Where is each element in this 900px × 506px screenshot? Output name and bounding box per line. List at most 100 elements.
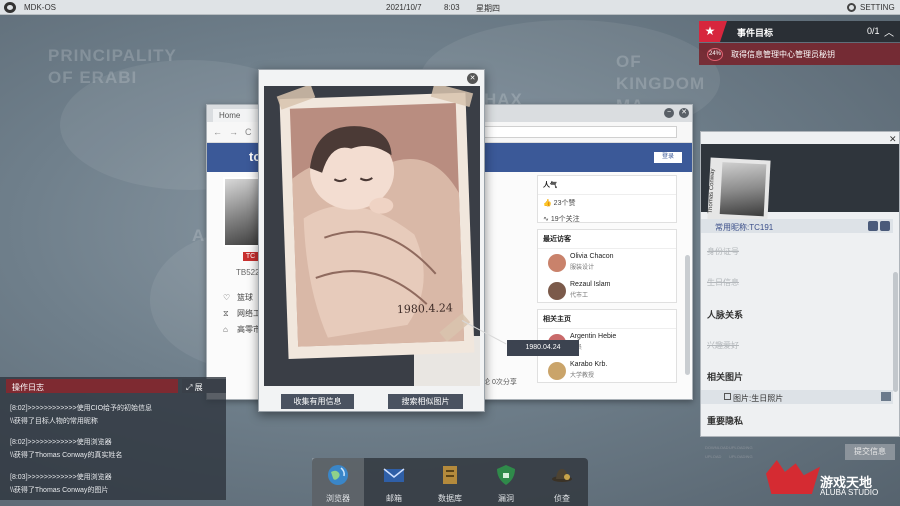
photo-caption: 1980.4.24 xyxy=(397,301,453,316)
site-watermark: 游戏天地 ALUBA STUDIO xyxy=(760,456,900,506)
photo-evidence-item[interactable]: 图片:生日照片 xyxy=(701,390,893,404)
expand-icon: ⤢ xyxy=(186,383,195,392)
map-label: PRINCIPALITY xyxy=(48,46,177,65)
avatar xyxy=(548,254,566,272)
nickname-value: 常用昵称:TC191 xyxy=(715,223,774,232)
photo-canvas[interactable]: 1980.4.24 xyxy=(264,86,480,386)
section-privacy[interactable]: 重要隐私 xyxy=(707,414,743,427)
log-line: \\获得了目标人物的常用昵称 xyxy=(10,418,98,425)
info-interest: ♡ 篮球 xyxy=(223,293,253,302)
objective-task-row: 24% 取得信息管理中心管理员秘钥 xyxy=(699,43,900,65)
browser-scrollbar[interactable] xyxy=(685,255,690,375)
popularity-title: 人气 xyxy=(538,176,676,195)
log-line: [8:03]>>>>>>>>>>>>使用浏览器 xyxy=(10,474,112,481)
url-input[interactable] xyxy=(477,126,677,138)
likes-count: 👍 23个赞 xyxy=(543,200,576,207)
watermark-studio: ALUBA STUDIO xyxy=(820,488,879,497)
dossier-header: Thomas Conway xyxy=(701,144,899,223)
search-similar-button[interactable]: 搜索相似图片 xyxy=(388,394,463,409)
home-icon: ⌂ xyxy=(223,325,228,334)
related-pages-title: 相关主页 xyxy=(538,310,676,329)
close-icon[interactable]: ✕ xyxy=(679,108,689,118)
globe-icon xyxy=(328,465,348,485)
shield-icon xyxy=(497,465,515,485)
forward-arrow-icon[interactable]: → xyxy=(229,127,238,137)
log-line: \\获得了Thomas Conway的真实姓名 xyxy=(10,452,123,459)
profile-tag: TC xyxy=(243,252,258,261)
app-dock: 浏览器 邮箱 数据库 漏洞 侦查 xyxy=(312,458,588,506)
operation-log-panel: 操作日志 ⤢ 展 [8:02]>>>>>>>>>>>>使用CIO给予的初始信息 … xyxy=(0,377,226,500)
baby-photo: 1980.4.24 xyxy=(264,86,480,386)
star-icon: ★ xyxy=(699,21,727,42)
dossier-scrollbar[interactable] xyxy=(893,272,898,392)
tie-icon: ⧖ xyxy=(223,309,229,318)
expand-button[interactable]: ⤢ 展 xyxy=(182,379,226,393)
database-icon xyxy=(443,466,457,484)
visitor-item[interactable]: Olivia Chacon 服装设计 xyxy=(538,249,676,277)
mail-icon xyxy=(383,468,405,482)
login-button[interactable]: 登录 xyxy=(654,152,682,163)
time-display: 8:03 xyxy=(444,3,460,12)
locked-field: 身份证号 xyxy=(707,247,739,256)
os-logo-icon xyxy=(4,2,16,13)
avatar xyxy=(548,282,566,300)
section-related-images[interactable]: 相关图片 xyxy=(707,370,743,383)
collect-info-button[interactable]: 收集有用信息 xyxy=(281,394,354,409)
map-label: KINGDOM xyxy=(616,74,706,93)
date-tooltip: 1980.04.24 xyxy=(507,340,579,356)
nickname-row[interactable]: 常用昵称:TC191 xyxy=(701,219,893,233)
avatar xyxy=(548,362,566,380)
copy-icon[interactable] xyxy=(880,221,890,231)
target-photo xyxy=(719,162,767,217)
target-photo-card[interactable]: Thomas Conway xyxy=(707,157,771,223)
objective-task: 取得信息管理中心管理员秘钥 xyxy=(731,50,835,59)
info-home: ⌂ 高零市 xyxy=(223,325,261,334)
back-arrow-icon[interactable]: ← xyxy=(213,127,222,137)
top-status-bar: MDK-OS 2021/10/7 8:03 星期四 SETTING xyxy=(0,0,900,15)
share-count: 论 0次分享 xyxy=(483,379,517,386)
chevron-up-icon[interactable]: ︿ xyxy=(884,24,894,39)
reload-icon[interactable]: C xyxy=(245,127,252,137)
locked-field: 生日信息 xyxy=(707,278,739,287)
footer-tag: UPLOAD xyxy=(705,454,722,459)
log-line: [8:02]>>>>>>>>>>>>使用浏览器 xyxy=(10,439,112,446)
visitor-item[interactable]: Rezaul Islam 代市工 xyxy=(538,277,676,305)
edit-icon[interactable] xyxy=(868,221,878,231)
dock-mail[interactable]: 邮箱 xyxy=(368,458,420,506)
minimize-icon[interactable]: − xyxy=(664,108,674,118)
page-item[interactable]: Karabo Krb. 大学教授 xyxy=(538,357,676,385)
close-icon[interactable]: ✕ xyxy=(467,73,478,84)
dock-vulnerability[interactable]: 漏洞 xyxy=(480,458,532,506)
section-contacts[interactable]: 人脉关系 xyxy=(707,308,743,321)
follow-count: ∿ 19个关注 xyxy=(543,216,580,223)
objective-count: 0/1 xyxy=(867,26,880,36)
target-name: Thomas Conway xyxy=(707,168,717,214)
objective-title: 事件目标 xyxy=(737,28,774,38)
log-line: [8:02]>>>>>>>>>>>>使用CIO给予的初始信息 xyxy=(10,405,153,412)
thumbnail-icon[interactable] xyxy=(881,392,891,401)
dock-database[interactable]: 数据库 xyxy=(424,458,476,506)
objective-header[interactable]: ★ 事件目标 0/1 ︿ xyxy=(699,21,900,42)
heart-icon: ♡ xyxy=(223,293,231,302)
gear-icon[interactable] xyxy=(847,3,856,12)
objective-panel: ★ 事件目标 0/1 ︿ 24% 取得信息管理中心管理员秘钥 xyxy=(699,21,900,65)
hat-icon xyxy=(552,469,572,482)
footer-tag: UPLOADING xyxy=(729,445,753,450)
map-label: OF xyxy=(616,52,642,71)
log-title: 操作日志 xyxy=(6,379,178,393)
settings-button[interactable]: SETTING xyxy=(860,3,895,12)
target-dossier-panel: ✕ Thomas Conway 常用昵称:TC191 身份证号 生日信息 人脉关… xyxy=(700,131,900,460)
os-name: MDK-OS xyxy=(24,3,56,12)
dock-investigate[interactable]: 侦查 xyxy=(536,458,588,506)
photo-viewer-window: ✕ 1980.4.24 收集有用信息 搜索相似图片 xyxy=(258,69,485,412)
log-line: \\获得了Thomas Conway的图片 xyxy=(10,487,109,494)
photo-evidence-label: 图片:生日照片 xyxy=(733,394,784,403)
dock-browser[interactable]: 浏览器 xyxy=(312,458,364,506)
visitors-box: 最近访客 Olivia Chacon 服装设计 Rezaul Islam 代市工 xyxy=(537,229,677,303)
map-label: OF ERABI xyxy=(48,68,138,87)
profile-id: TB522 xyxy=(236,268,260,277)
footer-tag: DOWNLOAD xyxy=(705,445,729,450)
image-icon xyxy=(724,393,731,400)
weekday-display: 星期四 xyxy=(476,4,500,13)
info-job: ⧖ 网络工 xyxy=(223,309,261,318)
